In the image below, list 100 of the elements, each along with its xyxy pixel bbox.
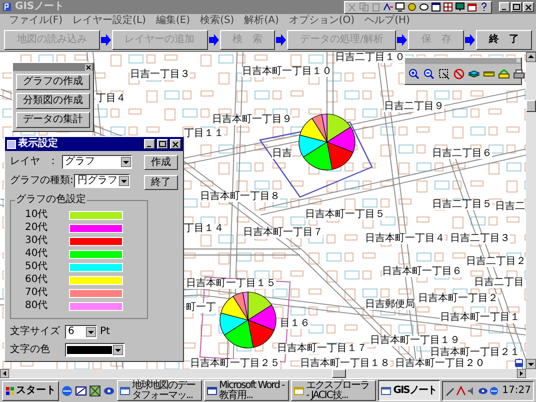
app-icon <box>2 2 12 12</box>
dropdown-arrow-icon[interactable] <box>119 176 130 186</box>
place-label: 日吉本町一丁目２５ <box>190 359 280 369</box>
dropdown-arrow-icon[interactable] <box>113 345 123 355</box>
screen-icon[interactable] <box>455 2 465 12</box>
menu-item[interactable]: 解析(A) <box>239 15 284 27</box>
minimize-button[interactable] <box>144 139 155 149</box>
step-button[interactable]: 終 了 <box>476 30 532 50</box>
window-icon <box>207 386 218 396</box>
dialog-button[interactable]: 終了 <box>144 175 178 190</box>
close-button[interactable] <box>170 139 181 149</box>
menu-item[interactable]: ファイル(F) <box>4 15 68 27</box>
monitor-icon[interactable] <box>395 2 405 12</box>
place-label: 日吉本町一丁目１５ <box>186 279 276 289</box>
measure-button[interactable] <box>497 67 511 81</box>
close-icon[interactable] <box>85 64 92 70</box>
field-label: レイヤ <box>10 156 41 168</box>
minimize-button[interactable] <box>499 2 510 12</box>
color-swatch[interactable] <box>69 224 123 232</box>
place-label: 日吉二丁目９ <box>384 102 444 112</box>
age-label: 40代 <box>24 248 49 260</box>
scroll-left-icon[interactable] <box>0 369 9 378</box>
place-label: 日吉二丁目５ <box>432 200 492 210</box>
place-label: 丁目１４ <box>184 224 224 234</box>
field-label: 文字の色 <box>10 344 51 356</box>
place-label: 日吉本町一丁目６ <box>382 267 462 277</box>
palette-button[interactable]: グラフの作成 <box>16 74 90 90</box>
color-swatch[interactable] <box>69 288 123 298</box>
color-swatch[interactable] <box>69 276 123 284</box>
place-label: 日吉本町一丁目１０ <box>242 67 332 77</box>
place-label: 日吉本町一丁目７ <box>243 228 323 238</box>
menu-item[interactable]: 編集(E) <box>150 15 196 27</box>
close-button[interactable] <box>523 2 534 12</box>
taskbar-button[interactable]: エクスプローラ - JACIC技... <box>291 380 376 401</box>
pen-icon[interactable] <box>445 386 456 396</box>
place-label: 日吉本町一丁目４ <box>365 234 445 244</box>
place-label: 日吉本町一丁目９ <box>212 115 292 125</box>
dropdown-arrow-icon[interactable] <box>86 327 96 337</box>
age-label: 50代 <box>24 261 49 273</box>
taskbar-button[interactable]: Microsoft Word - 教育用... <box>204 380 290 401</box>
arrow-icon <box>465 34 476 46</box>
color-swatch[interactable] <box>69 210 123 220</box>
taskbar-button[interactable]: GISノート <box>378 380 440 401</box>
arrow-icon <box>208 34 219 46</box>
grid-icon[interactable] <box>443 2 453 12</box>
maximize-button[interactable] <box>511 2 522 12</box>
layers-icon <box>468 68 480 80</box>
place-label: 日吉本町一丁目２ <box>418 294 498 304</box>
menu-item[interactable]: ヘルプ(H) <box>360 15 415 27</box>
printer-button[interactable] <box>512 67 526 81</box>
place-label: 日吉二 <box>495 202 525 212</box>
place-label: 町一丁 <box>186 303 216 313</box>
palette-button[interactable]: データの集計 <box>16 112 90 128</box>
scroll-thumb[interactable] <box>332 369 346 378</box>
color-swatch[interactable] <box>69 302 123 310</box>
dropdown[interactable]: 円グラフ <box>74 174 130 188</box>
pie-chart-drawing <box>298 114 356 170</box>
field-label: グラフの種類: <box>10 175 74 187</box>
window-icon[interactable] <box>431 2 441 12</box>
menu-item[interactable]: オプション(O) <box>284 15 360 27</box>
age-label: 30代 <box>24 235 49 247</box>
scroll-right-icon[interactable] <box>517 369 526 378</box>
dropdown[interactable]: グラフ <box>62 155 132 169</box>
age-label: 80代 <box>24 300 49 312</box>
place-label: 丁目１１ <box>184 129 224 139</box>
menu-item[interactable]: レイヤー設定(L) <box>68 15 151 27</box>
place-label: 日吉本町一丁目１９ <box>370 336 460 346</box>
palette-button[interactable]: 分類図の作成 <box>16 93 90 109</box>
menu-item[interactable]: 検索(S) <box>195 15 240 27</box>
eye-icon[interactable] <box>103 384 115 396</box>
group-title: グラフの色設定 <box>15 194 87 206</box>
desktop-icon[interactable] <box>75 384 87 396</box>
maximize-button[interactable] <box>157 139 168 149</box>
scroll-thumb[interactable] <box>526 100 536 112</box>
pie-chart-drawing <box>220 292 276 348</box>
eye-icon[interactable] <box>478 386 488 396</box>
separator-label: ： <box>48 156 59 168</box>
scroll-down-icon[interactable] <box>526 359 536 369</box>
place-label: 日吉本町一丁目１ <box>440 313 520 323</box>
help-icon[interactable] <box>479 2 489 12</box>
taskbar-button[interactable]: 地球地図のデータフォーマッ... <box>117 380 202 401</box>
scroll-up-icon[interactable] <box>526 52 536 62</box>
selection-icon <box>438 68 450 80</box>
start-button[interactable]: スタート <box>2 380 59 400</box>
selection-button[interactable] <box>437 67 451 81</box>
zoom-in-button[interactable] <box>407 67 421 81</box>
dropdown[interactable]: 6 <box>65 325 97 339</box>
color-swatch[interactable] <box>69 250 123 258</box>
place-label: 日吉二丁目３ <box>450 234 510 244</box>
age-label: 70代 <box>24 287 49 299</box>
dropdown-arrow-icon[interactable] <box>121 157 131 167</box>
color-swatch[interactable] <box>69 262 123 272</box>
circle-icon[interactable] <box>419 2 429 12</box>
windows-logo-icon <box>5 386 15 396</box>
color-swatch[interactable] <box>69 236 123 246</box>
unit-label: Pt <box>100 326 110 338</box>
zoom-out-button[interactable] <box>422 67 436 81</box>
dialog-button[interactable]: 作成 <box>144 155 178 170</box>
calendar-icon[interactable] <box>467 2 477 12</box>
color-dropdown[interactable] <box>65 343 125 357</box>
